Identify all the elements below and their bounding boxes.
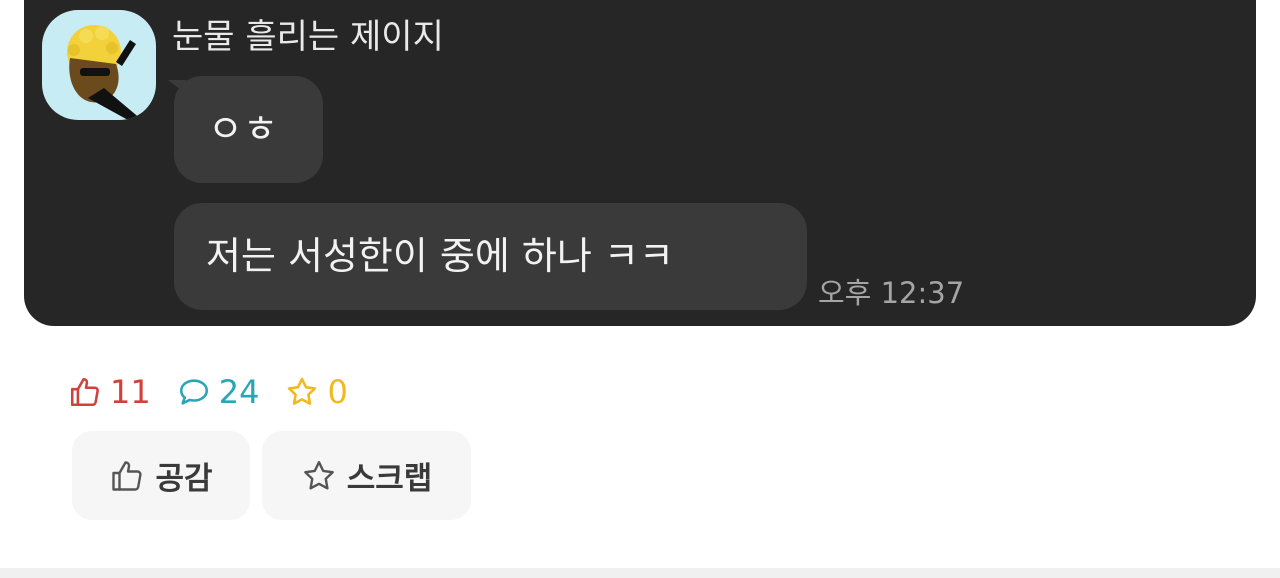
speech-bubble-icon bbox=[179, 379, 208, 405]
scrap-count-value: 0 bbox=[327, 373, 348, 411]
post-stats: 11 24 0 bbox=[68, 372, 374, 412]
thumbs-up-icon bbox=[70, 377, 99, 407]
like-button-label: 공감 bbox=[155, 461, 213, 497]
star-icon bbox=[303, 460, 334, 489]
star-icon bbox=[288, 377, 317, 405]
message-bubble: ㅇㅎ bbox=[168, 76, 323, 183]
bubble-tail bbox=[168, 80, 186, 94]
scrap-button-label: 스크랩 bbox=[346, 461, 433, 497]
thumbs-up-icon bbox=[112, 460, 143, 491]
message-text: ㅇㅎ bbox=[208, 107, 278, 151]
scrap-button[interactable]: 스크랩 bbox=[262, 431, 471, 520]
sender-avatar[interactable] bbox=[42, 10, 156, 120]
message-timestamp: 오후 12:37 bbox=[818, 276, 965, 310]
like-count-value: 11 bbox=[110, 373, 151, 411]
message-bubble: 저는 서성한이 중에 하나 ㅋㅋ bbox=[174, 203, 807, 310]
like-button[interactable]: 공감 bbox=[72, 431, 250, 520]
comment-count: 24 bbox=[177, 373, 260, 411]
message-text: 저는 서성한이 중에 하나 ㅋㅋ bbox=[206, 234, 674, 278]
sender-name: 눈물 흘리는 제이지 bbox=[172, 17, 444, 57]
scrap-count: 0 bbox=[285, 373, 348, 411]
comment-count-value: 24 bbox=[218, 373, 260, 411]
like-count: 11 bbox=[68, 373, 151, 411]
section-divider bbox=[0, 568, 1280, 578]
